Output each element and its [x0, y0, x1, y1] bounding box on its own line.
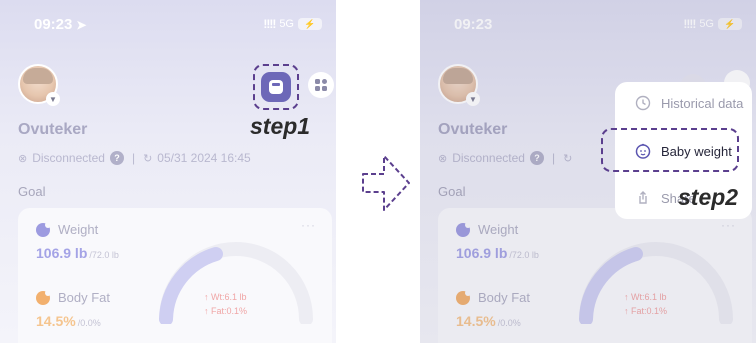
- share-icon: [635, 190, 651, 206]
- gauge-fat-change: ↑ Fat:0.1%: [204, 306, 248, 316]
- battery-icon: ⚡: [298, 18, 322, 30]
- signal-icon: !!!!: [263, 17, 276, 31]
- weight-metric: Weight 106.9 lb/72.0 lb: [36, 221, 119, 263]
- body-fat-value: 14.5%: [36, 313, 76, 329]
- goal-title: Goal: [18, 184, 46, 199]
- clock-icon: [635, 95, 651, 111]
- weight-value: 106.9 lb: [36, 245, 88, 261]
- step2-highlight: [601, 128, 739, 172]
- disconnected-icon: ⊗: [18, 152, 28, 165]
- app-name: Ovuteker: [18, 121, 88, 138]
- gauge-weight-change: ↑ Wt:6.1 lb: [204, 292, 247, 302]
- help-icon[interactable]: ?: [109, 151, 124, 165]
- body-fat-label: Body Fat: [58, 290, 111, 305]
- step1-highlight: [253, 64, 299, 110]
- status-indicators: !!!! 5G ⚡: [263, 17, 322, 31]
- weight-label: Weight: [58, 222, 99, 237]
- weight-icon: [36, 221, 51, 237]
- body-fat-icon: [36, 289, 51, 305]
- chevron-down-icon[interactable]: ▼: [46, 92, 60, 106]
- connection-row: ⊗ Disconnected ? | ↻ 05/31 2024 16:45: [18, 151, 251, 165]
- body-fat-metric: Body Fat 14.5%/0.0%: [36, 289, 111, 331]
- screen-step2: 09:23 !!!! 5G ⚡ ▼ Ovuteker ⊗ Disconnecte…: [420, 0, 756, 343]
- menu-item-historical-data[interactable]: Historical data: [615, 84, 752, 122]
- connection-status: Disconnected: [32, 151, 105, 165]
- status-time: 09:23 ➤: [34, 16, 87, 33]
- apps-grid-button[interactable]: [308, 72, 334, 98]
- step2-label: step2: [678, 184, 739, 210]
- menu-item-label: Historical data: [661, 95, 744, 111]
- next-step-arrow-icon: [362, 155, 410, 211]
- body-fat-target: /0.0%: [77, 318, 101, 328]
- location-arrow-icon: ➤: [76, 18, 87, 32]
- sync-icon[interactable]: ↻: [143, 152, 152, 165]
- weight-target: /72.0 lb: [89, 250, 119, 260]
- screen-step1: 09:23 ➤ !!!! 5G ⚡ ▼ step1 Ovuteker ⊗ Disc…: [0, 0, 336, 343]
- last-sync-time: 05/31 2024 16:45: [157, 151, 251, 165]
- network-label: 5G: [279, 18, 294, 30]
- goal-card[interactable]: ··· Weight 106.9 lb/72.0 lb Body Fat 14.…: [18, 208, 332, 343]
- step1-label: step1: [250, 113, 311, 139]
